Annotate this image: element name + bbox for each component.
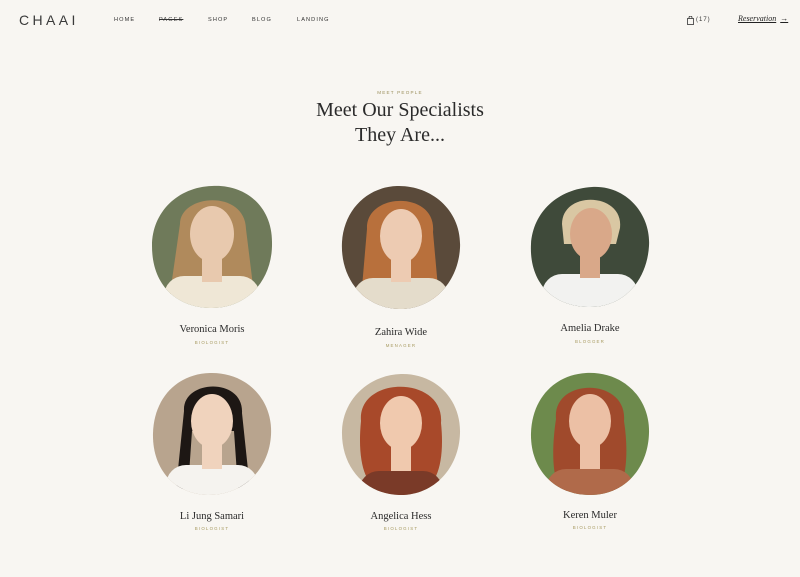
nav-item-blog[interactable]: BLOG <box>252 17 272 23</box>
nav-item-shop[interactable]: SHOP <box>208 17 228 23</box>
nav-item-home[interactable]: HOME <box>114 17 135 23</box>
portrait-image <box>530 372 650 496</box>
shopping-bag-icon <box>687 15 694 25</box>
team-photo[interactable] <box>339 184 463 310</box>
site-header: CHAAI HOME PAGES SHOP BLOG LANDING (17) … <box>0 0 800 40</box>
team-name: Veronica Moris <box>179 324 245 335</box>
team-role: BIOLOGIST <box>572 525 608 530</box>
portrait-image <box>152 185 273 309</box>
team-role: BIOLOGIST <box>194 526 230 531</box>
team-name: Angelica Hess <box>370 511 432 522</box>
team-photo[interactable] <box>150 371 274 497</box>
portrait-image <box>152 372 272 495</box>
nav-item-landing[interactable]: LANDING <box>297 17 330 23</box>
portrait-image <box>341 185 461 310</box>
team-photo[interactable] <box>528 184 652 310</box>
team-photo[interactable] <box>150 184 274 310</box>
brand-logo[interactable]: CHAAI <box>19 12 79 28</box>
team-name: Keren Muler <box>563 510 617 521</box>
team-photo[interactable] <box>528 371 652 497</box>
team-role: BIOLOGIST <box>383 526 419 531</box>
cart-count: (17) <box>696 17 711 23</box>
section-title-line1: Meet Our Specialists <box>316 99 484 121</box>
team-photo[interactable] <box>339 371 463 497</box>
arrow-right-icon: → <box>780 14 789 23</box>
cart-button[interactable]: (17) <box>687 14 711 26</box>
portrait-image <box>341 373 461 496</box>
reservation-label: Reservation <box>738 14 777 23</box>
team-role: BIOLOGIST <box>194 340 230 345</box>
section-eyebrow: MEET PEOPLE <box>377 90 423 95</box>
team-name: Li Jung Samari <box>179 511 245 522</box>
team-role: MENAGER <box>385 343 417 348</box>
reservation-link[interactable]: Reservation → <box>738 14 788 23</box>
nav-item-pages[interactable]: PAGES <box>159 17 183 23</box>
portrait-image <box>530 186 650 308</box>
section-title: Meet Our Specialists They Are... <box>0 98 800 148</box>
team-name: Amelia Drake <box>560 323 620 334</box>
team-role: BLOGGER <box>574 339 606 344</box>
team-name: Zahira Wide <box>374 327 428 338</box>
section-title-line2: They Are... <box>355 124 445 146</box>
